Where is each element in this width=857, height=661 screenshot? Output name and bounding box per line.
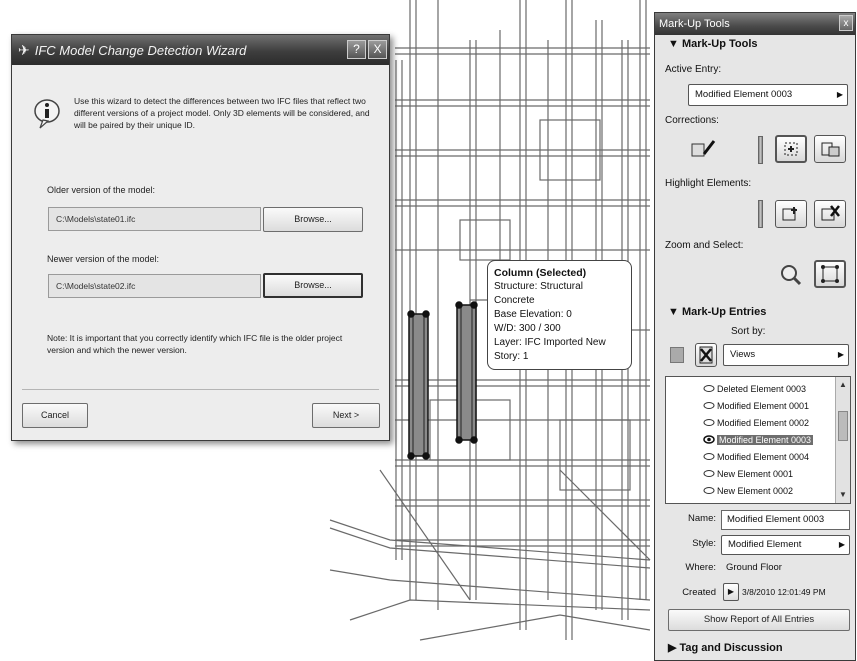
tooltip-title: Column (Selected) bbox=[494, 267, 587, 279]
entry-marker-icon bbox=[703, 487, 715, 494]
corrections-label: Corrections: bbox=[665, 115, 719, 126]
collapse-arrow-icon: ▼ bbox=[668, 38, 682, 50]
add-element-icon bbox=[784, 142, 798, 156]
collapse-arrow-icon: ▼ bbox=[668, 306, 682, 318]
sort-by-label: Sort by: bbox=[731, 326, 766, 337]
newer-version-label: Newer version of the model: bbox=[47, 254, 160, 264]
scroll-down-icon[interactable]: ▼ bbox=[836, 488, 850, 502]
app-icon: ✈ bbox=[18, 41, 30, 58]
scroll-up-icon[interactable]: ▲ bbox=[836, 378, 850, 392]
tooltip-story: Story: 1 bbox=[494, 351, 529, 362]
highlight-add-icon bbox=[782, 207, 797, 221]
style-label: Style: bbox=[692, 538, 716, 549]
delete-icon bbox=[699, 346, 713, 364]
active-entry-dropdown[interactable]: Modified Element 0003 ▶ bbox=[688, 84, 848, 106]
sort-by-value: Views bbox=[730, 349, 756, 360]
list-item[interactable]: Deleted Element 0003 bbox=[703, 382, 806, 396]
name-field[interactable]: Modified Element 0003 bbox=[721, 510, 850, 530]
created-expand-button[interactable]: ▶ bbox=[723, 583, 739, 601]
element-info-tooltip: Column (Selected) Structure: Structural … bbox=[487, 260, 632, 370]
tag-discussion-section-header[interactable]: ▶ Tag and Discussion bbox=[668, 641, 783, 654]
entry-marker-icon bbox=[703, 419, 715, 426]
sort-by-dropdown[interactable]: Views ▶ bbox=[723, 344, 849, 366]
add-correction-button[interactable] bbox=[775, 135, 807, 163]
dialog-title-bar[interactable]: ✈ IFC Model Change Detection Wizard ? X bbox=[12, 35, 389, 65]
cancel-button[interactable]: Cancel bbox=[22, 403, 88, 428]
note-text: Note: It is important that you correctly… bbox=[47, 333, 343, 355]
style-value: Modified Element bbox=[728, 539, 802, 550]
remove-correction-button[interactable] bbox=[814, 135, 846, 163]
drag-handle[interactable] bbox=[758, 136, 763, 164]
newer-version-path-field[interactable]: C:\Models\state02.ifc bbox=[48, 274, 261, 298]
play-arrow-icon: ▶ bbox=[727, 587, 735, 596]
browse-newer-button[interactable]: Browse... bbox=[263, 273, 363, 298]
list-item[interactable]: New Element 0002 bbox=[703, 484, 793, 498]
dialog-title: IFC Model Change Detection Wizard bbox=[34, 42, 247, 58]
tooltip-base-elevation: Base Elevation: 0 bbox=[494, 309, 572, 320]
select-elements-button[interactable] bbox=[814, 260, 846, 288]
where-value: Ground Floor bbox=[726, 562, 782, 573]
name-label: Name: bbox=[688, 513, 716, 524]
new-entry-icon[interactable] bbox=[670, 347, 684, 363]
entry-marker-icon bbox=[703, 402, 715, 409]
highlight-remove-button[interactable] bbox=[814, 200, 846, 228]
older-version-label: Older version of the model: bbox=[47, 185, 156, 195]
entries-scrollbar[interactable]: ▲ ▼ bbox=[835, 377, 850, 503]
older-version-path-field[interactable]: C:\Models\state01.ifc bbox=[48, 207, 261, 231]
list-item[interactable]: New Element 0001 bbox=[703, 467, 793, 481]
entry-marker-icon bbox=[703, 385, 715, 392]
browse-older-button[interactable]: Browse... bbox=[263, 207, 363, 232]
next-button[interactable]: Next > bbox=[312, 403, 380, 428]
divider bbox=[22, 389, 379, 390]
highlight-add-button[interactable] bbox=[775, 200, 807, 228]
info-icon bbox=[34, 99, 60, 129]
drag-handle[interactable] bbox=[758, 200, 763, 228]
dropdown-arrow-icon: ▶ bbox=[838, 540, 845, 549]
created-label: Created bbox=[682, 587, 716, 598]
list-item[interactable]: Modified Element 0002 bbox=[703, 416, 809, 430]
zoom-magnifier-icon[interactable] bbox=[778, 262, 802, 286]
list-item[interactable]: Modified Element 0001 bbox=[703, 399, 809, 413]
entry-marker-icon bbox=[703, 453, 715, 460]
active-entry-value: Modified Element 0003 bbox=[695, 89, 793, 100]
style-dropdown[interactable]: Modified Element ▶ bbox=[721, 535, 850, 555]
palette-title-bar[interactable]: Mark-Up Tools bbox=[655, 13, 855, 35]
entry-marker-icon bbox=[703, 470, 715, 477]
highlight-remove-icon bbox=[821, 205, 840, 221]
highlight-elements-label: Highlight Elements: bbox=[665, 178, 752, 189]
active-entry-label: Active Entry: bbox=[665, 64, 722, 75]
zoom-and-select-label: Zoom and Select: bbox=[665, 240, 744, 251]
palette-close-button[interactable]: x bbox=[839, 15, 853, 31]
tooltip-wd: W/D: 300 / 300 bbox=[494, 323, 561, 334]
intro-text: Use this wizard to detect the difference… bbox=[74, 96, 370, 130]
tooltip-structure: Structure: Structural Concrete bbox=[494, 281, 583, 306]
remove-element-icon bbox=[821, 142, 840, 157]
close-button[interactable]: X bbox=[368, 40, 387, 59]
dropdown-arrow-icon: ▶ bbox=[837, 350, 844, 359]
dropdown-arrow-icon: ▶ bbox=[836, 90, 843, 99]
markup-tools-section-header[interactable]: ▼ Mark-Up Tools bbox=[668, 38, 758, 50]
show-report-button[interactable]: Show Report of All Entries bbox=[668, 609, 850, 631]
help-button[interactable]: ? bbox=[347, 40, 366, 59]
scroll-thumb[interactable] bbox=[838, 411, 848, 441]
palette-title: Mark-Up Tools bbox=[659, 18, 730, 30]
ifc-change-detection-dialog: ✈ IFC Model Change Detection Wizard ? X … bbox=[11, 34, 390, 441]
markup-entries-section-header[interactable]: ▼ Mark-Up Entries bbox=[668, 306, 766, 318]
where-label: Where: bbox=[685, 562, 716, 573]
correction-pencil-icon[interactable] bbox=[690, 138, 716, 160]
select-elements-icon bbox=[821, 265, 839, 283]
created-value: 3/8/2010 12:01:49 PM bbox=[742, 587, 826, 597]
tooltip-layer: Layer: IFC Imported New bbox=[494, 337, 606, 348]
expand-arrow-icon: ▶ bbox=[668, 642, 680, 654]
list-item[interactable]: Modified Element 0004 bbox=[703, 450, 809, 464]
delete-entry-button[interactable] bbox=[695, 343, 717, 367]
list-item-selected[interactable]: Modified Element 0003 bbox=[703, 433, 814, 447]
eye-icon bbox=[703, 435, 715, 444]
